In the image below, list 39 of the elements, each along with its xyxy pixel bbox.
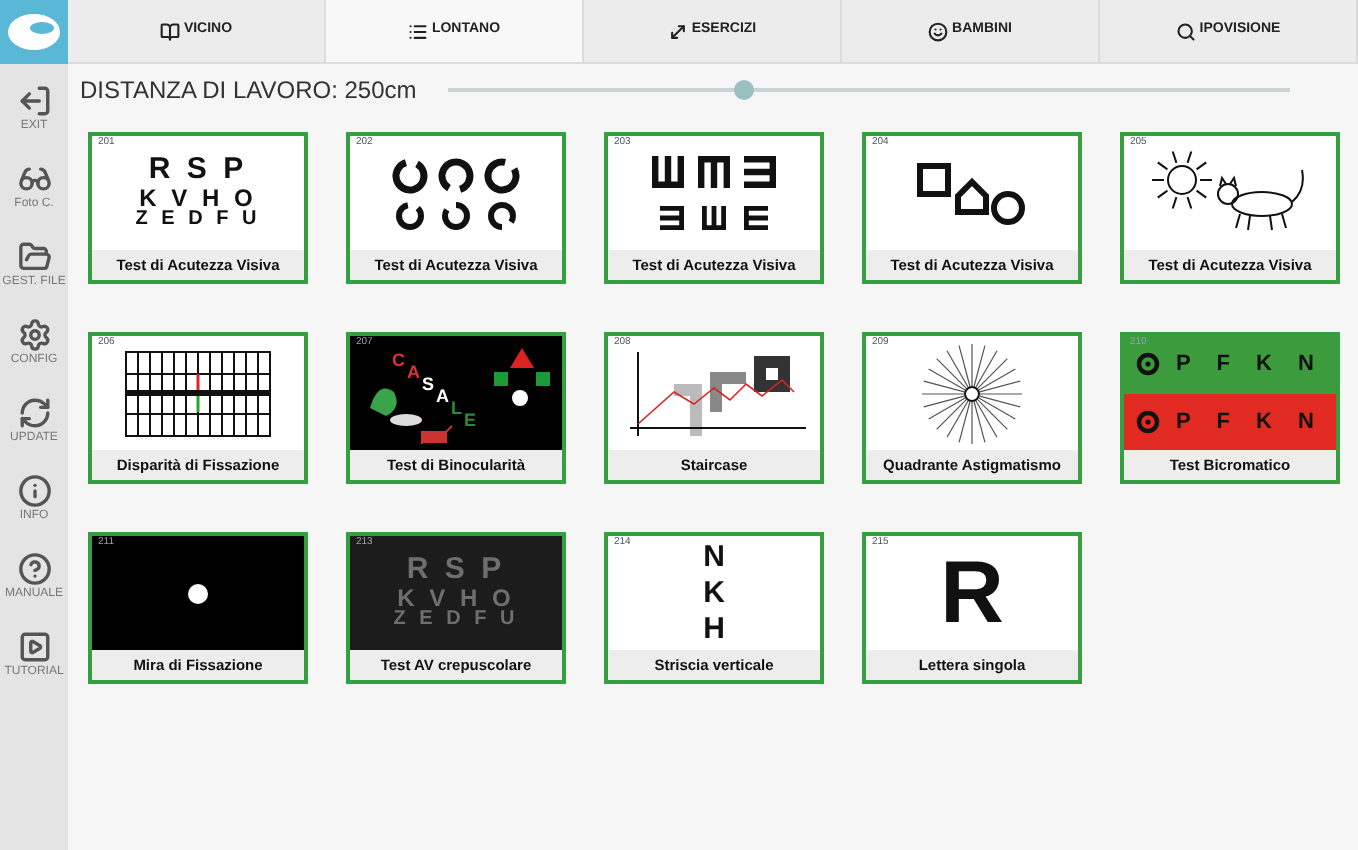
optotype: K — [703, 575, 725, 611]
logo-icon — [6, 12, 62, 52]
colored-letter: A — [407, 364, 420, 386]
ring-target-icon — [1136, 409, 1160, 434]
colored-letter: S — [422, 376, 435, 398]
diagonal-arrow-icon — [667, 21, 688, 41]
optotype-row: R S P — [148, 154, 248, 186]
smiley-icon — [928, 21, 949, 41]
glasses-icon — [17, 162, 51, 196]
book-icon — [159, 21, 180, 41]
optotype-row-text: P F K N — [1176, 350, 1324, 380]
folder-icon — [17, 240, 51, 274]
info-icon — [17, 474, 51, 508]
play-icon — [17, 630, 51, 664]
ring-target-icon — [1136, 352, 1160, 377]
shapes-drawing — [916, 159, 1028, 227]
distance-slider[interactable] — [448, 80, 1290, 100]
exit-icon — [17, 84, 51, 118]
optotype-row: K V H O — [139, 185, 257, 211]
optotype: N — [703, 539, 725, 575]
colored-letter: E — [464, 412, 477, 430]
astigmatism-dial-drawing — [918, 339, 1026, 447]
refresh-icon — [17, 396, 51, 430]
optotype-row: Z E D F U — [393, 610, 519, 632]
optotype-row: K V H O — [397, 585, 515, 611]
help-icon — [17, 552, 51, 586]
colored-letter: L — [451, 400, 463, 422]
optotype-row-text: P F K N — [1176, 407, 1324, 437]
search-icon — [1175, 21, 1196, 41]
optotype: R — [940, 549, 1004, 637]
colored-letter: A — [436, 388, 450, 410]
optotype-row: Z E D F U — [135, 210, 261, 232]
optotype-row: R S P — [406, 554, 506, 586]
fixation-dot-icon — [188, 583, 208, 603]
distance-label: DISTANZA DI LAVORO: 250cm — [80, 74, 417, 108]
slider-thumb[interactable] — [733, 80, 754, 100]
settings-icon — [17, 318, 51, 352]
colored-letter: C — [392, 352, 405, 374]
optotype: H — [703, 611, 725, 647]
